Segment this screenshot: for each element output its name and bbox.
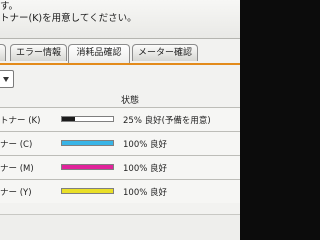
item-name: ナー (Y) xyxy=(0,188,32,198)
tab-error-info[interactable]: エラー情報 xyxy=(10,44,67,61)
item-name: ナー (M) xyxy=(0,164,34,174)
toner-level-gauge xyxy=(61,140,114,146)
tab-offscreen[interactable] xyxy=(0,44,6,61)
toner-level-gauge xyxy=(61,116,114,122)
item-name: ナー (C) xyxy=(0,140,33,150)
toner-level-gauge xyxy=(61,164,114,170)
gauge-fill xyxy=(62,141,113,145)
gauge-fill xyxy=(62,117,75,121)
list-item[interactable]: ナー (M) 100% 良好 xyxy=(0,155,240,179)
filter-dropdown[interactable] xyxy=(0,70,14,88)
message-bar: す。 トナー(K)を用意してください。 xyxy=(0,0,240,39)
list-item[interactable]: ナー (C) 100% 良好 xyxy=(0,131,240,155)
message-line-2: トナー(K)を用意してください。 xyxy=(0,13,137,24)
item-name: トナー (K) xyxy=(0,116,41,126)
tab-underline xyxy=(0,63,240,65)
tab-bar: エラー情報 消耗品確認 メーター確認 xyxy=(0,44,240,64)
list-item[interactable]: ナー (Y) 100% 良好 xyxy=(0,179,240,203)
gauge-fill xyxy=(62,189,113,193)
tab-consumables[interactable]: 消耗品確認 xyxy=(68,44,130,64)
status-column-header: 状態 xyxy=(121,96,140,106)
toner-level-gauge xyxy=(61,188,114,194)
item-status: 100% 良好 xyxy=(123,140,168,150)
chevron-down-icon xyxy=(3,77,9,82)
tab-meter[interactable]: メーター確認 xyxy=(132,44,198,61)
list-bottom-area xyxy=(0,214,240,240)
item-status: 100% 良好 xyxy=(123,188,168,198)
list-item[interactable]: トナー (K) 25% 良好(予備を用意) xyxy=(0,107,240,131)
gauge-fill xyxy=(62,165,113,169)
printer-status-screen: す。 トナー(K)を用意してください。 エラー情報 消耗品確認 メーター確認 状… xyxy=(0,0,240,240)
item-status: 100% 良好 xyxy=(123,164,168,174)
item-status: 25% 良好(予備を用意) xyxy=(123,116,211,126)
